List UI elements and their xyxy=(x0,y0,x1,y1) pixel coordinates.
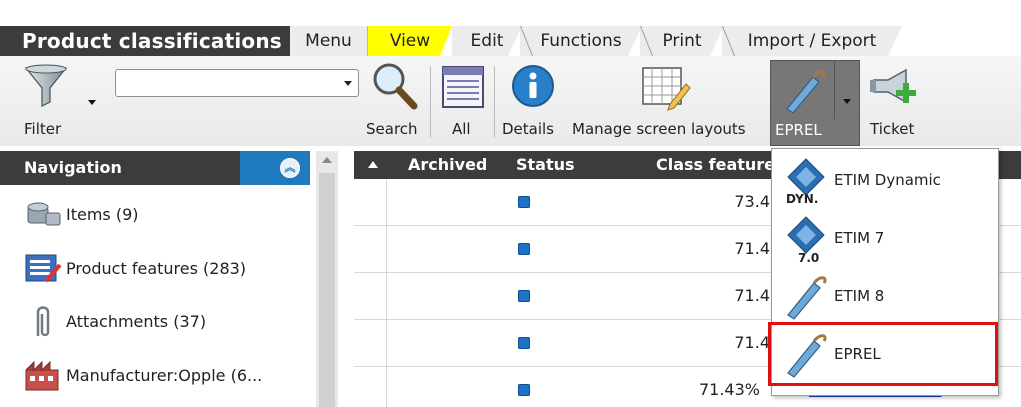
tab-menu[interactable]: Menu xyxy=(290,26,368,56)
menu-item-label: ETIM 8 xyxy=(834,287,885,305)
nav-item-label: Items (9) xyxy=(66,205,139,224)
column-archived[interactable]: Archived xyxy=(408,151,487,179)
search-label: Search xyxy=(366,120,418,138)
status-icon xyxy=(518,337,530,349)
megaphone-add-icon xyxy=(870,68,916,104)
column-status[interactable]: Status xyxy=(516,151,575,179)
tab-edit[interactable]: Edit xyxy=(452,26,522,56)
row-header[interactable] xyxy=(354,226,387,272)
eprel-label: EPREL xyxy=(775,121,822,139)
toolbar-divider xyxy=(430,66,431,138)
filter-button[interactable] xyxy=(22,62,82,110)
toolbar-divider xyxy=(494,66,495,138)
eprel-pen-icon xyxy=(787,276,827,320)
eprel-split-button[interactable]: EPREL xyxy=(770,60,860,146)
nav-item-items[interactable]: Items (9) xyxy=(24,197,304,233)
chevron-down-icon[interactable] xyxy=(344,81,352,86)
navigation-title: Navigation xyxy=(24,158,122,177)
nav-item-product-features[interactable]: Product features (283) xyxy=(24,251,304,287)
class-feature-value: 71.4 xyxy=(734,286,770,305)
menu-item-label: ETIM 7 xyxy=(834,229,885,247)
etim-7-icon: 7.0 xyxy=(787,216,825,263)
sort-ascending-icon[interactable] xyxy=(368,161,378,168)
collapse-up-icon: ︽ xyxy=(280,158,300,178)
menu-item-label: ETIM Dynamic xyxy=(834,171,941,189)
funnel-icon xyxy=(24,64,68,107)
details-button[interactable] xyxy=(510,62,556,110)
filter-label: Filter xyxy=(24,120,62,138)
app-title: Product classifications xyxy=(0,26,290,56)
manage-layouts-label: Manage screen layouts xyxy=(572,120,746,138)
highlight-box xyxy=(768,322,998,386)
magnifier-icon xyxy=(373,63,418,110)
list-icon xyxy=(442,66,484,108)
navigation-header: Navigation ︽ xyxy=(0,151,310,185)
ticket-label: Ticket xyxy=(870,120,915,138)
row-header[interactable] xyxy=(354,179,387,225)
status-icon xyxy=(518,290,530,302)
grid-layout-icon xyxy=(642,67,691,111)
menu-item-etim-7[interactable]: 7.0 ETIM 7 xyxy=(772,209,998,267)
scroll-up-icon[interactable] xyxy=(322,157,332,163)
status-icon xyxy=(518,196,530,208)
all-label: All xyxy=(452,120,471,138)
etim-7-badge: 7.0 xyxy=(798,251,819,263)
scrollbar-thumb[interactable] xyxy=(319,173,335,407)
row-header[interactable] xyxy=(354,320,387,366)
product-features-icon xyxy=(25,254,62,283)
manufacturer-icon xyxy=(25,360,59,391)
search-button[interactable] xyxy=(368,60,420,112)
navigation-scrollbar[interactable] xyxy=(316,151,338,407)
row-header[interactable] xyxy=(354,367,387,407)
details-label: Details xyxy=(502,120,555,138)
row-header[interactable] xyxy=(354,273,387,319)
class-feature-value: 71.4 xyxy=(734,333,770,352)
nav-item-label: Manufacturer:Opple (6... xyxy=(66,366,263,385)
tab-view[interactable]: View xyxy=(368,26,452,56)
column-class-feature[interactable]: Class feature xyxy=(656,151,775,179)
nav-item-manufacturer[interactable]: Manufacturer:Opple (6... xyxy=(24,358,304,394)
navigation-collapse-button[interactable]: ︽ xyxy=(240,151,310,185)
tab-import-export[interactable]: Import / Export xyxy=(722,26,902,56)
etim-dynamic-badge: DYN. xyxy=(786,192,818,205)
status-icon xyxy=(518,384,530,396)
menu-item-etim-dynamic[interactable]: DYN. ETIM Dynamic xyxy=(772,151,998,209)
status-icon xyxy=(518,243,530,255)
eprel-pen-icon xyxy=(786,70,826,114)
all-button[interactable] xyxy=(440,64,486,110)
menu-item-etim-8[interactable]: ETIM 8 xyxy=(772,267,998,325)
class-feature-value: 71.4 xyxy=(734,239,770,258)
info-icon xyxy=(512,65,554,107)
app-window: Product classifications Menu View Edit F… xyxy=(0,0,1021,407)
menu-tab-bar: Product classifications Menu View Edit F… xyxy=(0,14,1021,56)
toolbar: Filter Search All Details Manage screen … xyxy=(0,56,1021,146)
ticket-button[interactable] xyxy=(868,64,920,112)
nav-item-label: Product features (283) xyxy=(66,259,247,278)
nav-item-attachments[interactable]: Attachments (37) xyxy=(24,304,304,340)
class-feature-value: 73.4 xyxy=(734,192,770,211)
class-feature-value: 71.43% xyxy=(698,380,760,399)
search-combobox[interactable] xyxy=(115,69,359,97)
tab-print[interactable]: Print xyxy=(640,26,724,56)
filter-dropdown-icon[interactable] xyxy=(88,100,96,105)
eprel-button[interactable] xyxy=(779,65,829,115)
items-icon xyxy=(27,202,61,226)
nav-item-label: Attachments (37) xyxy=(66,312,207,331)
tab-functions[interactable]: Functions xyxy=(520,26,642,56)
split-divider xyxy=(834,61,835,119)
eprel-dropdown-icon[interactable] xyxy=(843,99,851,104)
paperclip-icon xyxy=(36,306,50,337)
manage-layouts-button[interactable] xyxy=(640,64,692,112)
etim-dynamic-icon: DYN. xyxy=(786,158,825,205)
